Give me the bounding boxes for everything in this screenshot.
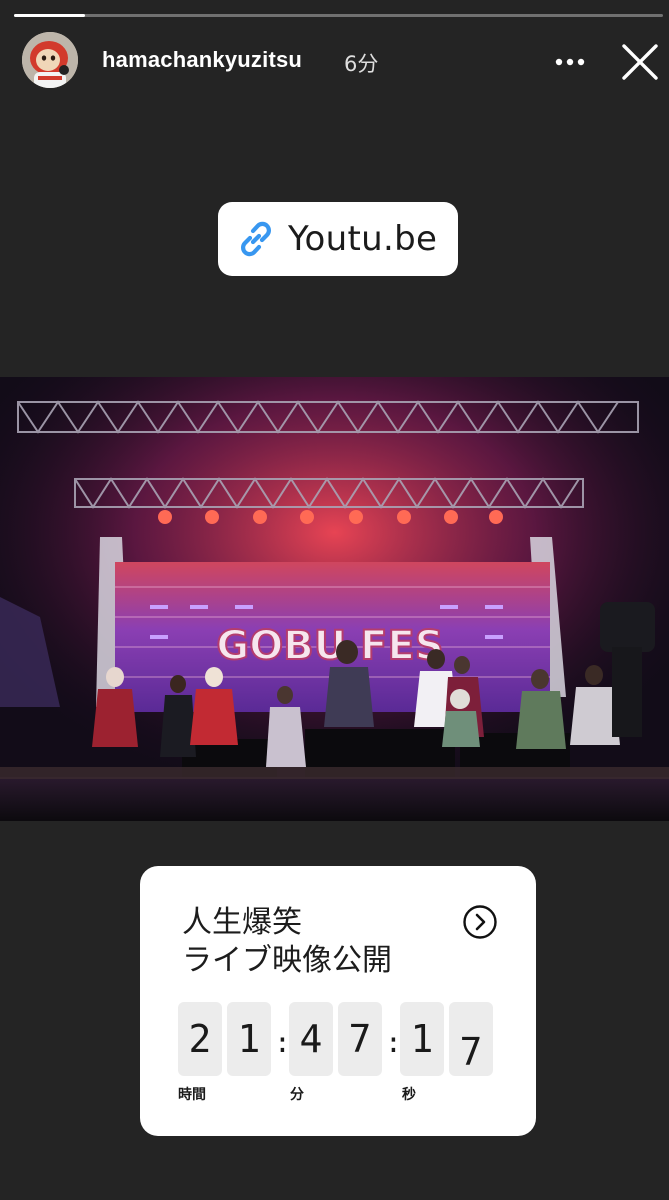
chevron-right-circle-icon[interactable] bbox=[462, 904, 498, 940]
countdown-sticker[interactable]: 人生爆笑 ライブ映像公開 2 1 : 4 7 : 1 7 時間 分 秒 bbox=[140, 866, 536, 1136]
link-icon bbox=[241, 221, 271, 257]
avatar[interactable] bbox=[22, 32, 78, 88]
countdown-digit-seconds-ones: 7 bbox=[449, 1002, 493, 1076]
countdown-title: 人生爆笑 ライブ映像公開 bbox=[182, 904, 392, 980]
countdown-digit-hours-tens: 2 bbox=[178, 1002, 222, 1076]
concert-photo: GOBU FES bbox=[0, 377, 669, 821]
countdown-title-line-1: 人生爆笑 bbox=[182, 905, 302, 940]
countdown-digit-minutes-ones: 7 bbox=[338, 1002, 382, 1076]
close-button[interactable] bbox=[618, 40, 662, 84]
countdown-unit-seconds: 秒 bbox=[402, 1087, 416, 1103]
more-horizontal-icon bbox=[555, 58, 585, 66]
countdown-unit-minutes: 分 bbox=[290, 1087, 304, 1103]
username[interactable]: hamachankyuzitsu bbox=[102, 47, 302, 73]
avatar-image bbox=[22, 32, 78, 88]
link-sticker[interactable]: Youtu.be bbox=[218, 202, 458, 276]
countdown-digit-hours-ones: 1 bbox=[227, 1002, 271, 1076]
countdown-digit-minutes-tens: 4 bbox=[289, 1002, 333, 1076]
post-time: 6分 bbox=[344, 52, 379, 76]
close-icon bbox=[622, 44, 658, 80]
stage-sign: GOBU FES bbox=[216, 623, 443, 669]
story-progress-fill bbox=[14, 14, 86, 17]
countdown-digit-seconds-tens: 1 bbox=[400, 1002, 444, 1076]
countdown-unit-hours: 時間 bbox=[178, 1087, 206, 1103]
link-label: Youtu.be bbox=[288, 219, 438, 259]
more-options-button[interactable] bbox=[550, 44, 590, 80]
countdown-title-line-2: ライブ映像公開 bbox=[182, 943, 392, 978]
stage-image: GOBU FES bbox=[0, 377, 669, 821]
story-progress-bar bbox=[14, 14, 663, 17]
